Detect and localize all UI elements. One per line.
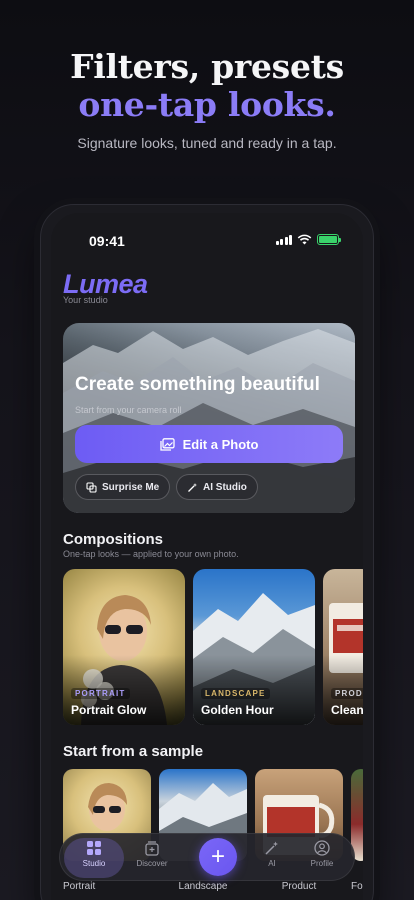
tab-ai[interactable]: AI: [247, 840, 297, 868]
compositions-subtitle: One-tap looks — applied to your own phot…: [63, 549, 239, 559]
feature-card: Create something beautiful Start from yo…: [63, 323, 355, 513]
create-button[interactable]: +: [199, 838, 237, 876]
tab-studio[interactable]: Studio: [69, 840, 119, 868]
magic-wand-icon: [265, 841, 278, 855]
discover-stack-icon: [145, 841, 159, 856]
profile-icon: [314, 840, 330, 856]
sample-label-landscape: Landscape: [178, 881, 228, 892]
composition-card-product[interactable]: PRODUCT Clean: [323, 569, 363, 725]
app-tagline: Your studio: [63, 295, 108, 305]
tab-bar: Studio Discover + AI Profile: [59, 833, 355, 881]
composition-label: Golden Hour: [201, 703, 274, 717]
feature-title: Create something beautiful: [75, 374, 320, 395]
status-time: 09:41: [89, 233, 125, 249]
gallery-icon: [159, 437, 175, 451]
tab-discover[interactable]: Discover: [127, 840, 177, 868]
status-bar: 09:41: [51, 231, 363, 251]
edit-photo-label: Edit a Photo: [182, 436, 259, 452]
wifi-icon: [297, 234, 312, 245]
composition-label: Portrait Glow: [71, 703, 147, 717]
tab-discover-label: Discover: [136, 859, 168, 868]
edit-photo-button[interactable]: Edit a Photo: [75, 425, 343, 463]
tab-profile-label: Profile: [310, 859, 334, 868]
surprise-me-label: Surprise Me: [102, 481, 160, 493]
grid-icon: [87, 841, 101, 855]
hero-title-line2: one-tap looks.: [78, 85, 336, 124]
composition-tag: PORTRAIT: [71, 688, 130, 699]
signal-icon: [275, 234, 292, 245]
samples-title: Start from a sample: [63, 743, 204, 760]
sample-label-food: Food: [351, 881, 363, 892]
surprise-me-chip[interactable]: Surprise Me: [75, 474, 171, 500]
tab-ai-label: AI: [268, 859, 276, 868]
magic-wand-icon: [188, 482, 197, 492]
composition-label: Clean: [331, 703, 363, 717]
hero-title: Filters, presets one-tap looks.: [0, 48, 414, 124]
composition-card-landscape[interactable]: LANDSCAPE Golden Hour: [193, 569, 315, 725]
composition-tag: LANDSCAPE: [201, 688, 270, 699]
hero-subtitle: Signature looks, tuned and ready in a ta…: [77, 135, 337, 151]
compositions-title: Compositions: [63, 531, 163, 548]
sample-label-product: Product: [281, 881, 317, 892]
composition-card-portrait[interactable]: PORTRAIT Portrait Glow: [63, 569, 185, 725]
feature-subtitle: Start from your camera roll: [75, 405, 182, 415]
hero-title-line1: Filters, presets: [70, 47, 344, 86]
battery-icon: [317, 234, 341, 245]
shuffle-icon: [86, 481, 97, 493]
composition-tag: PRODUCT: [331, 688, 363, 699]
tab-profile[interactable]: Profile: [297, 840, 347, 868]
sample-label-portrait: Portrait: [63, 881, 96, 892]
tab-studio-label: Studio: [82, 859, 106, 868]
phone-frame: 09:41 Lumea Your studio Create something…: [40, 204, 374, 900]
ai-studio-chip[interactable]: AI Studio: [176, 474, 258, 500]
app-screen: 09:41 Lumea Your studio Create something…: [51, 213, 363, 900]
ai-studio-label: AI Studio: [203, 481, 247, 493]
